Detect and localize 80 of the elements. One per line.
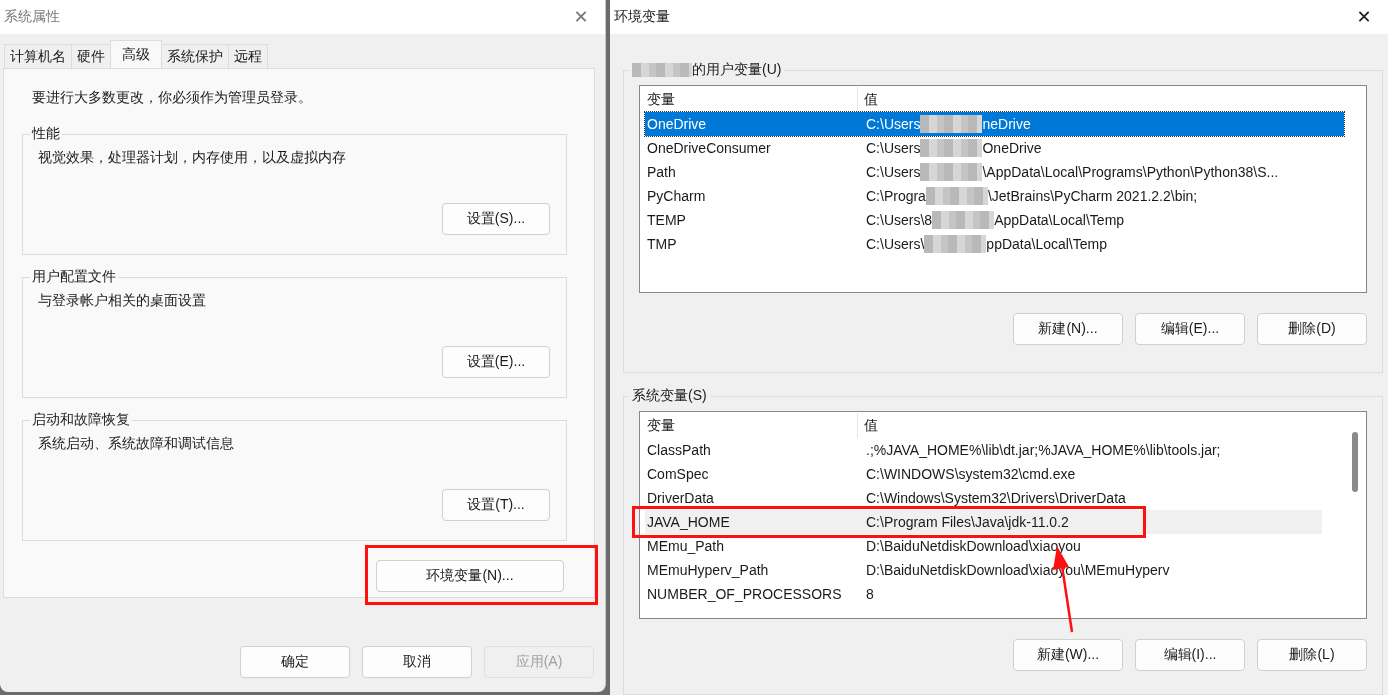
list-row[interactable]: PyCharm C:\Progra \JetBrains\PyCharm 2021.2.2\bin; [645, 184, 1344, 208]
list-row[interactable]: DriverData C:\Windows\System32\Drivers\DriverData [645, 486, 1322, 510]
variable-value: C:\Users\8 [866, 212, 933, 228]
settings-button[interactable]: 设置(T)... [442, 489, 550, 521]
group-description: 系统启动、系统故障和调试信息 [38, 435, 235, 453]
list-row[interactable]: MEmu_Path D:\BaiduNetdiskDownload\xiaoyou [645, 534, 1322, 558]
list-row[interactable]: OneDrive C:\Users neDrive [645, 112, 1344, 136]
window-title: 环境变量 [614, 8, 670, 26]
variable-value: C:\Program Files\Java\jdk-11.0.2 [866, 514, 1069, 530]
dialog-button[interactable]: 取消 [362, 646, 472, 678]
pixelated-patch [925, 187, 988, 205]
variable-value: \AppData\Local\Programs\Python\Python38\S... [982, 164, 1279, 180]
close-button[interactable]: ✕ [557, 0, 605, 34]
variable-value: OneDrive [982, 140, 1042, 156]
variable-value: ppData\Local\Temp [986, 236, 1107, 252]
tab[interactable]: 高级 [110, 40, 162, 68]
group-title: 用户配置文件 [31, 268, 117, 286]
notice-text: 要进行大多数更改，你必须作为管理员登录。 [31, 89, 313, 107]
list-button[interactable]: 删除(L) [1257, 639, 1367, 671]
pixelated-patch [920, 163, 983, 181]
tab[interactable]: 计算机名 [4, 44, 72, 68]
list-button[interactable]: 新建(N)... [1013, 313, 1123, 345]
group-description: 视觉效果，处理器计划，内存使用，以及虚拟内存 [38, 149, 347, 167]
variable-name: MEmuHyperv_Path [646, 562, 770, 578]
list-button[interactable]: 删除(D) [1257, 313, 1367, 345]
pixelated-patch [924, 235, 987, 253]
group-title: 的用户变量(U) [692, 61, 782, 79]
column-header[interactable]: 值 [858, 413, 878, 438]
dialog-button[interactable]: 确定 [240, 646, 350, 678]
variable-name: MEmu_Path [646, 538, 726, 554]
pixelated-patch [920, 139, 983, 157]
variable-value: AppData\Local\Temp [994, 212, 1125, 228]
pixelated-patch [920, 115, 983, 133]
variable-value: C:\Users\ [866, 236, 925, 252]
variable-name: TEMP [646, 212, 687, 228]
variable-name: OneDrive [646, 116, 708, 132]
environment-variables-button[interactable]: 环境变量(N)... [376, 560, 564, 592]
column-header[interactable]: 变量 [645, 413, 858, 438]
group-title: 系统变量(S) [632, 387, 707, 405]
variable-name: ComSpec [646, 466, 710, 482]
list-button[interactable]: 新建(W)... [1013, 639, 1123, 671]
list-row[interactable]: TMP C:\Users\ ppData\Local\Temp [645, 232, 1344, 256]
list-row[interactable]: ComSpec C:\WINDOWS\system32\cmd.exe [645, 462, 1322, 486]
list-button[interactable]: 编辑(E)... [1135, 313, 1245, 345]
list-row[interactable]: TEMP C:\Users\8 AppData\Local\Temp [645, 208, 1344, 232]
variable-value: D:\BaiduNetdiskDownload\xiaoyou [866, 538, 1081, 554]
variable-name: ClassPath [646, 442, 712, 458]
group-title: 性能 [30, 125, 61, 143]
pixelated-patch [632, 63, 692, 77]
variable-value: C:\Users [866, 164, 921, 180]
list-row[interactable]: ClassPath .;%JAVA_HOME%\lib\dt.jar;%JAVA_HOME%\lib\tools.jar; [645, 438, 1322, 462]
list-button[interactable]: 编辑(I)... [1135, 639, 1245, 671]
variable-value: .;%JAVA_HOME%\lib\dt.jar;%JAVA_HOME%\lib\tools.jar; [866, 442, 1221, 458]
variable-value: \JetBrains\PyCharm 2021.2.2\bin; [987, 188, 1198, 204]
close-button[interactable]: ✕ [1340, 0, 1388, 34]
pixelated-patch [932, 211, 995, 229]
variable-value: neDrive [982, 116, 1031, 132]
variable-name: PyCharm [646, 188, 707, 204]
list-row[interactable]: Path C:\Users \AppData\Local\Programs\Python\Python38\S... [645, 160, 1344, 184]
column-header[interactable]: 值 [858, 87, 878, 112]
variable-name: Path [646, 164, 677, 180]
window-title: 系统属性 [4, 8, 60, 26]
group-title: 启动和故障恢复 [31, 411, 131, 429]
variable-value: C:\Users [866, 116, 921, 132]
list-row[interactable]: NUMBER_OF_PROCESSORS 8 [645, 582, 1322, 606]
variable-value: C:\WINDOWS\system32\cmd.exe [866, 466, 1076, 482]
variable-value: C:\Windows\System32\Drivers\DriverData [866, 490, 1126, 506]
variable-value: C:\Users [866, 140, 921, 156]
variable-name: NUMBER_OF_PROCESSORS [646, 586, 843, 602]
settings-button[interactable]: 设置(E)... [442, 346, 550, 378]
settings-button[interactable]: 设置(S)... [442, 203, 550, 235]
tab[interactable]: 远程 [228, 44, 268, 68]
variable-name: OneDriveConsumer [646, 140, 772, 156]
variable-name: DriverData [646, 490, 715, 506]
variable-name: TMP [646, 236, 678, 252]
variable-name: JAVA_HOME [646, 514, 731, 530]
group-description: 与登录帐户相关的桌面设置 [38, 292, 207, 310]
list-row[interactable]: OneDriveConsumer C:\Users OneDrive [645, 136, 1344, 160]
variable-value: 8 [866, 586, 874, 602]
variable-value: C:\Progra [866, 188, 926, 204]
